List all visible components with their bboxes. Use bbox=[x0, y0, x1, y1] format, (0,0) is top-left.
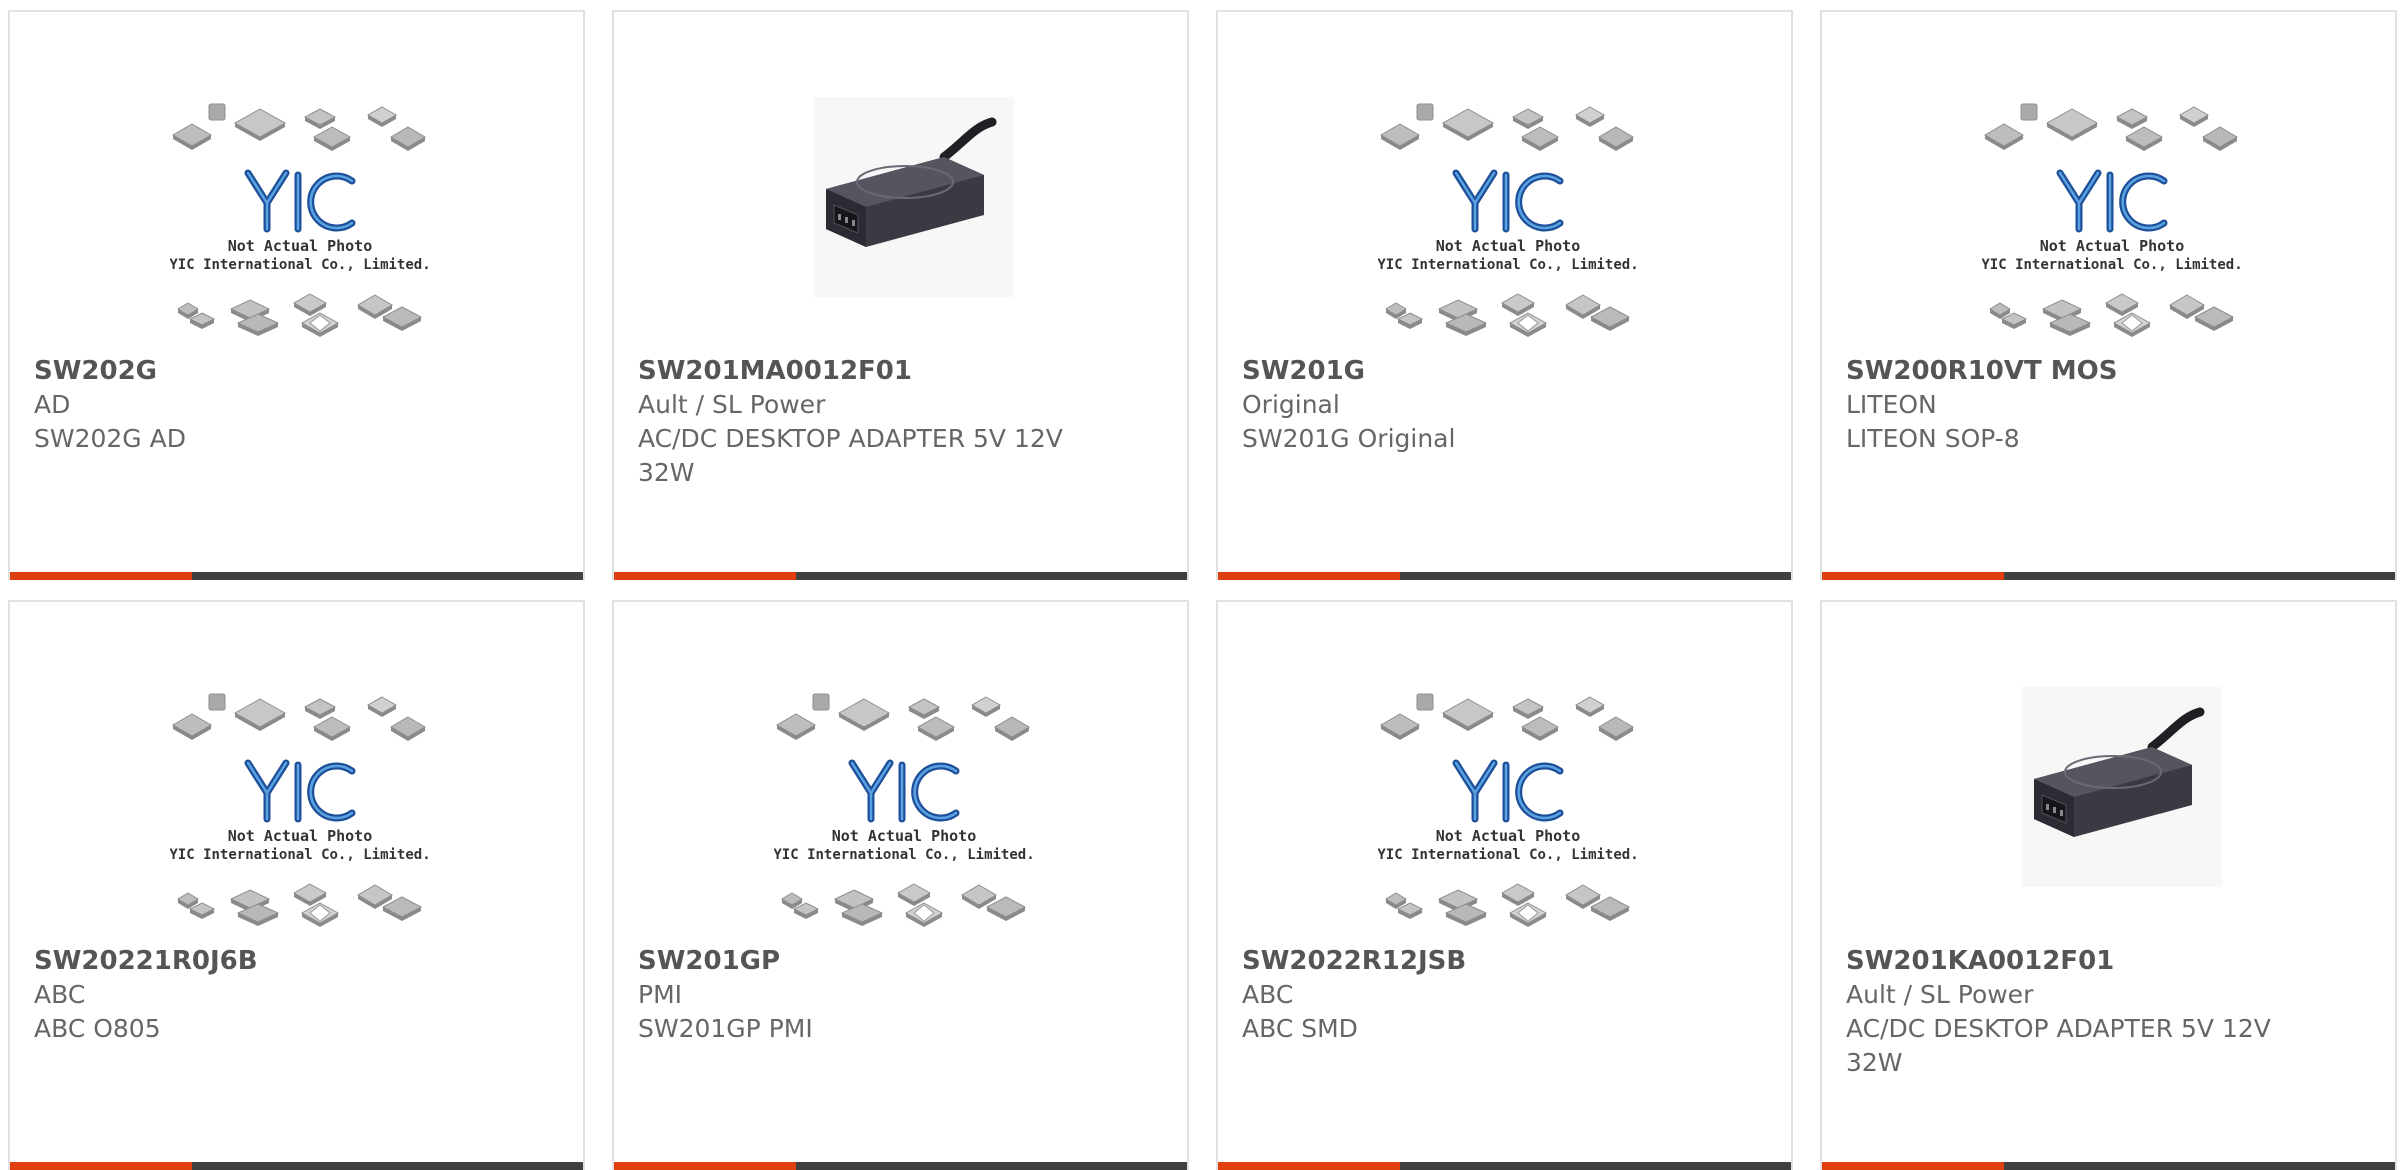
not-actual-photo-caption: Not Actual Photo bbox=[1436, 827, 1581, 845]
not-actual-photo-caption: Not Actual Photo bbox=[2040, 237, 2185, 255]
product-image[interactable]: Not Actual Photo YIC International Co., L… bbox=[170, 97, 430, 347]
product-manufacturer: Original bbox=[1242, 390, 1340, 419]
card-bottom-bar bbox=[10, 1162, 583, 1170]
yic-logo-icon bbox=[1452, 759, 1564, 823]
product-card[interactable]: SW201KA0012F01 Ault / SL Power AC/DC DES… bbox=[1820, 600, 2397, 1170]
power-adapter-photo bbox=[2022, 687, 2222, 887]
company-caption: YIC International Co., Limited. bbox=[1982, 257, 2242, 273]
product-image[interactable] bbox=[1982, 687, 2242, 937]
placeholder-photo-icon: Not Actual Photo YIC International Co., L… bbox=[1982, 103, 2242, 337]
company-caption: YIC International Co., Limited. bbox=[1378, 257, 1638, 273]
card-bottom-bar bbox=[614, 1162, 1187, 1170]
yic-logo-icon bbox=[1452, 169, 1564, 233]
product-card[interactable]: Not Actual Photo YIC International Co., L… bbox=[1820, 10, 2397, 580]
card-accent-bar bbox=[10, 1162, 192, 1170]
card-accent-bar bbox=[1218, 1162, 1400, 1170]
not-actual-photo-caption: Not Actual Photo bbox=[832, 827, 977, 845]
chip-cluster-bottom-icon bbox=[177, 293, 423, 337]
chip-cluster-bottom-icon bbox=[1385, 293, 1631, 337]
not-actual-photo-caption: Not Actual Photo bbox=[1436, 237, 1581, 255]
product-card[interactable]: Not Actual Photo YIC International Co., L… bbox=[8, 600, 585, 1170]
product-card[interactable]: Not Actual Photo YIC International Co., L… bbox=[612, 600, 1189, 1170]
chip-cluster-top-icon bbox=[172, 693, 426, 741]
card-bottom-bar bbox=[1218, 1162, 1791, 1170]
card-bottom-bar bbox=[1822, 1162, 2395, 1170]
product-card[interactable]: Not Actual Photo YIC International Co., L… bbox=[1216, 600, 1793, 1170]
product-description: AC/DC DESKTOP ADAPTER 5V 12V 32W bbox=[1846, 1014, 2271, 1077]
card-accent-bar bbox=[10, 572, 192, 580]
product-description: ABC SMD bbox=[1242, 1014, 1358, 1043]
yic-logo-icon bbox=[244, 169, 356, 233]
company-caption: YIC International Co., Limited. bbox=[1378, 847, 1638, 863]
product-image[interactable]: Not Actual Photo YIC International Co., L… bbox=[1982, 97, 2242, 347]
chip-cluster-top-icon bbox=[776, 693, 1030, 741]
chip-cluster-top-icon bbox=[1380, 693, 1634, 741]
product-image[interactable]: Not Actual Photo YIC International Co., L… bbox=[1378, 97, 1638, 347]
yic-logo-icon bbox=[244, 759, 356, 823]
yic-logo-icon bbox=[848, 759, 960, 823]
product-description: SW202G AD bbox=[34, 424, 186, 453]
card-accent-bar bbox=[1822, 572, 2004, 580]
chip-cluster-bottom-icon bbox=[1989, 293, 2235, 337]
product-description: ABC O805 bbox=[34, 1014, 161, 1043]
card-bottom-bar bbox=[10, 572, 583, 580]
product-card[interactable]: Not Actual Photo YIC International Co., L… bbox=[1216, 10, 1793, 580]
product-manufacturer: LITEON bbox=[1846, 390, 1937, 419]
product-part-number[interactable]: SW201G bbox=[1242, 354, 1365, 388]
product-image[interactable]: Not Actual Photo YIC International Co., L… bbox=[170, 687, 430, 937]
power-adapter-photo bbox=[814, 97, 1014, 297]
not-actual-photo-caption: Not Actual Photo bbox=[228, 827, 373, 845]
chip-cluster-bottom-icon bbox=[781, 883, 1027, 927]
card-bottom-bar bbox=[1822, 572, 2395, 580]
product-image[interactable] bbox=[774, 97, 1034, 347]
card-bottom-bar bbox=[614, 572, 1187, 580]
product-description: SW201G Original bbox=[1242, 424, 1456, 453]
product-part-number[interactable]: SW20221R0J6B bbox=[34, 944, 258, 978]
product-part-number[interactable]: SW201GP bbox=[638, 944, 780, 978]
product-image[interactable]: Not Actual Photo YIC International Co., L… bbox=[1378, 687, 1638, 937]
product-card[interactable]: SW201MA0012F01 Ault / SL Power AC/DC DES… bbox=[612, 10, 1189, 580]
product-part-number[interactable]: SW202G bbox=[34, 354, 157, 388]
company-caption: YIC International Co., Limited. bbox=[170, 257, 430, 273]
product-part-number[interactable]: SW201KA0012F01 bbox=[1846, 944, 2114, 978]
product-part-number[interactable]: SW201MA0012F01 bbox=[638, 354, 912, 388]
card-accent-bar bbox=[614, 1162, 796, 1170]
chip-cluster-top-icon bbox=[1984, 103, 2238, 151]
product-card[interactable]: Not Actual Photo YIC International Co., L… bbox=[8, 10, 585, 580]
product-description: LITEON SOP-8 bbox=[1846, 424, 2020, 453]
card-accent-bar bbox=[1822, 1162, 2004, 1170]
product-manufacturer: Ault / SL Power bbox=[1846, 980, 2034, 1009]
product-description: SW201GP PMI bbox=[638, 1014, 813, 1043]
product-manufacturer: ABC bbox=[34, 980, 86, 1009]
placeholder-photo-icon: Not Actual Photo YIC International Co., L… bbox=[1378, 693, 1638, 927]
product-manufacturer: ABC bbox=[1242, 980, 1294, 1009]
card-accent-bar bbox=[1218, 572, 1400, 580]
product-part-number[interactable]: SW2022R12JSB bbox=[1242, 944, 1466, 978]
product-description: AC/DC DESKTOP ADAPTER 5V 12V 32W bbox=[638, 424, 1063, 487]
placeholder-photo-icon: Not Actual Photo YIC International Co., L… bbox=[774, 693, 1034, 927]
chip-cluster-top-icon bbox=[1380, 103, 1634, 151]
chip-cluster-bottom-icon bbox=[177, 883, 423, 927]
yic-logo-icon bbox=[2056, 169, 2168, 233]
not-actual-photo-caption: Not Actual Photo bbox=[228, 237, 373, 255]
product-grid: Not Actual Photo YIC International Co., L… bbox=[0, 0, 2403, 1170]
chip-cluster-bottom-icon bbox=[1385, 883, 1631, 927]
placeholder-photo-icon: Not Actual Photo YIC International Co., L… bbox=[170, 103, 430, 337]
card-accent-bar bbox=[614, 572, 796, 580]
product-manufacturer: AD bbox=[34, 390, 71, 419]
product-part-number[interactable]: SW200R10VT MOS bbox=[1846, 354, 2118, 388]
company-caption: YIC International Co., Limited. bbox=[170, 847, 430, 863]
placeholder-photo-icon: Not Actual Photo YIC International Co., L… bbox=[170, 693, 430, 927]
product-image[interactable]: Not Actual Photo YIC International Co., L… bbox=[774, 687, 1034, 937]
card-bottom-bar bbox=[1218, 572, 1791, 580]
company-caption: YIC International Co., Limited. bbox=[774, 847, 1034, 863]
chip-cluster-top-icon bbox=[172, 103, 426, 151]
product-manufacturer: PMI bbox=[638, 980, 683, 1009]
placeholder-photo-icon: Not Actual Photo YIC International Co., L… bbox=[1378, 103, 1638, 337]
product-manufacturer: Ault / SL Power bbox=[638, 390, 826, 419]
